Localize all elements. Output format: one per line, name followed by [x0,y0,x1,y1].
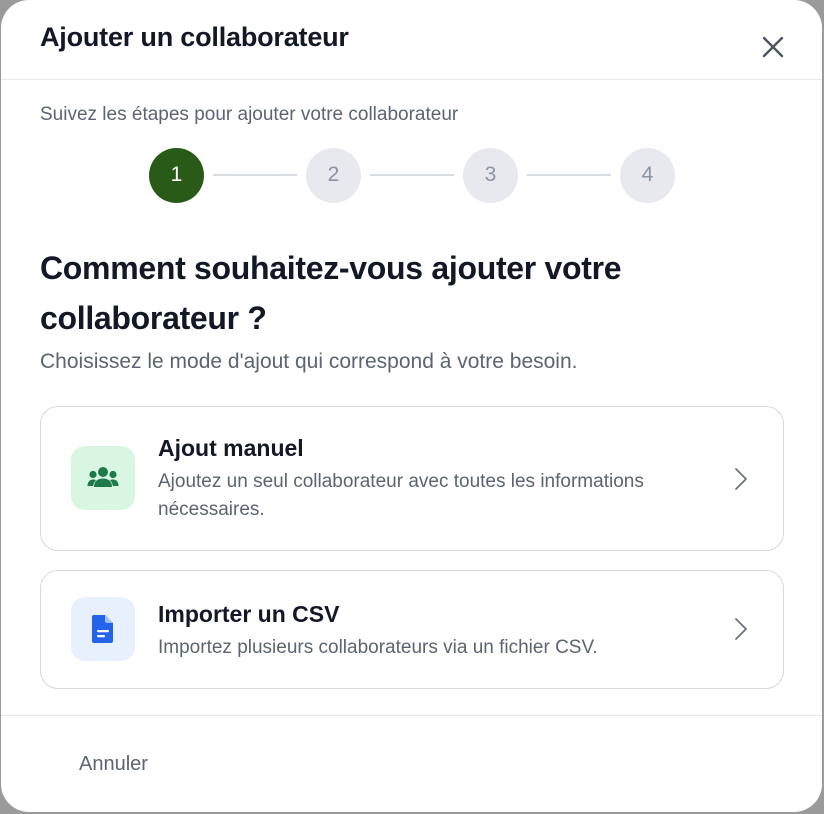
document-icon [92,615,113,643]
close-icon [762,36,784,58]
chevron-right-icon [735,468,747,490]
csv-import-icon-tile [71,597,135,661]
page-hint: Choisissez le mode d'ajout qui correspon… [40,350,578,373]
manual-add-icon-tile [71,446,135,510]
stepper-subtitle: Suivez les étapes pour ajouter votre col… [40,104,459,125]
step-2: 2 [306,147,361,203]
step-4: 4 [620,147,675,203]
cancel-button[interactable]: Annuler [79,753,148,776]
modal-footer: Annuler [1,715,822,812]
step-3: 3 [463,147,518,203]
manual-add-description: Ajoutez un seul collaborateur avec toute… [158,471,644,520]
close-button[interactable] [758,32,788,62]
modal-title: Ajouter un collaborateur [40,22,349,52]
modal-header: Ajouter un collaborateur [1,0,822,80]
csv-import-title: Importer un CSV [158,601,340,627]
step-connector [213,174,297,176]
page-question: Comment souhaitez-vous ajouter votre col… [40,250,622,336]
stepper: 1 2 3 4 [149,147,675,203]
csv-import-description: Importez plusieurs collaborateurs via un… [158,637,598,658]
step-connector [370,174,454,176]
step-connector [527,174,611,176]
users-group-icon [87,467,119,487]
csv-import-option[interactable]: Importer un CSV Importez plusieurs colla… [40,570,784,689]
chevron-right-icon [735,618,747,640]
manual-add-title: Ajout manuel [158,435,304,461]
manual-add-option[interactable]: Ajout manuel Ajoutez un seul collaborate… [40,406,784,551]
step-1: 1 [149,147,204,203]
add-collaborator-modal: Ajouter un collaborateur Suivez les étap… [1,0,822,812]
